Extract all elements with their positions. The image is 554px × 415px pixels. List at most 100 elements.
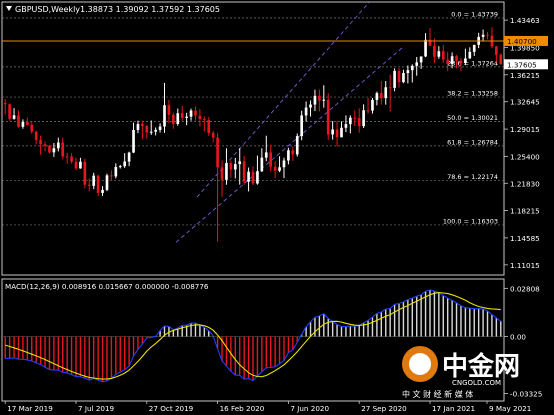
- candle-body: [12, 115, 16, 119]
- candle-body: [145, 126, 149, 133]
- candle-body: [472, 44, 476, 52]
- candle-body: [34, 131, 38, 140]
- cngold-watermark: 中金网 CNGOLD.COM 中 文 财 经 新 媒 体: [402, 346, 520, 399]
- macd-histogram-bar: [358, 325, 360, 337]
- macd-histogram-bar: [17, 336, 20, 360]
- candle-body: [326, 99, 330, 135]
- candle-body: [393, 70, 396, 88]
- candle-body: [251, 171, 255, 184]
- time-tick-label: 9 May 2021: [489, 404, 531, 413]
- candle-body: [486, 34, 489, 36]
- macd-histogram-bar: [464, 307, 467, 337]
- candle-body: [61, 142, 65, 157]
- candle-body: [415, 62, 419, 66]
- macd-histogram-bar: [53, 336, 55, 371]
- candle-body: [419, 56, 423, 63]
- candle-body: [123, 161, 127, 167]
- macd-histogram-bar: [97, 336, 99, 381]
- candle-body: [127, 152, 131, 162]
- candle-body: [163, 105, 166, 127]
- macd-histogram-bar: [380, 311, 383, 337]
- candle-body: [441, 51, 445, 60]
- candle-body: [375, 93, 379, 100]
- macd-histogram-bar: [420, 294, 422, 337]
- macd-histogram-bar: [234, 336, 237, 376]
- price-tick-label: 1.14585: [510, 234, 540, 243]
- candle-body: [132, 130, 135, 153]
- fib-level-label: 23.6 = 1.37264: [447, 59, 498, 67]
- macd-histogram-bar: [93, 336, 95, 379]
- candle-body: [185, 116, 188, 118]
- macd-histogram-bar: [75, 336, 77, 377]
- candle-body: [158, 126, 162, 130]
- candle-body: [172, 114, 175, 124]
- candle-body: [149, 131, 153, 133]
- candle-body: [406, 70, 410, 74]
- macd-histogram-bar: [292, 336, 294, 350]
- macd-histogram-bar: [393, 304, 396, 337]
- candle-body: [21, 122, 25, 127]
- candle-body: [220, 167, 224, 180]
- candle-body: [455, 56, 458, 61]
- macd-histogram-bar: [79, 336, 82, 377]
- candle-body: [499, 54, 503, 65]
- macd-histogram-bar: [203, 327, 206, 337]
- macd-histogram-bar: [500, 321, 502, 337]
- candle-body: [74, 161, 78, 169]
- macd-histogram-bar: [44, 336, 46, 368]
- time-tick-label: 17 Mar 2019: [7, 404, 53, 413]
- macd-histogram-bar: [106, 336, 108, 381]
- candle-body: [189, 110, 193, 117]
- time-tick-label: 27 Oct 2019: [149, 404, 194, 413]
- watermark-brand: 中金网: [442, 351, 520, 382]
- candle-body: [464, 58, 467, 64]
- macd-histogram-bar: [349, 325, 352, 337]
- macd-histogram-bar: [115, 336, 117, 375]
- candle-body: [278, 167, 281, 171]
- macd-histogram-bar: [128, 336, 130, 367]
- price-tick-label: 1.29015: [510, 125, 540, 134]
- macd-histogram-bar: [22, 336, 24, 360]
- candle-body: [238, 161, 242, 165]
- symbol-timeframe: GBPUSD,Weekly: [15, 5, 80, 14]
- candle-body: [300, 115, 303, 137]
- macd-histogram-bar: [385, 309, 387, 337]
- macd-histogram-bar: [318, 315, 321, 337]
- price-tick-label: 1.18215: [510, 207, 540, 216]
- macd-histogram-bar: [469, 308, 471, 337]
- time-tick-label: 27 Sep 2020: [361, 404, 407, 413]
- fib-level-label: 50.0 = 1.30021: [447, 114, 498, 122]
- candle-body: [495, 46, 498, 55]
- candle-body: [101, 189, 104, 193]
- macd-histogram-bar: [123, 336, 126, 370]
- candle-body: [216, 137, 219, 168]
- candle-body: [366, 110, 370, 112]
- time-tick-label: 16 Feb 2020: [220, 404, 265, 413]
- macd-histogram-bar: [132, 336, 135, 357]
- candle-body: [8, 104, 11, 119]
- macd-histogram-bar: [66, 336, 68, 373]
- candle-body: [295, 136, 299, 155]
- candle-body: [96, 175, 100, 193]
- candle-body: [318, 95, 321, 101]
- candle-body: [83, 161, 87, 185]
- candle-body: [180, 113, 184, 118]
- macd-histogram-bar: [88, 336, 90, 381]
- candle-body: [26, 122, 29, 125]
- macd-histogram-bar: [35, 336, 37, 363]
- fib-level-label: 78.6 = 1.22174: [447, 173, 498, 181]
- candle-body: [437, 51, 441, 57]
- fib-level-label: 0.0 = 1.43739: [451, 11, 498, 19]
- candle-body: [304, 107, 308, 116]
- candle-body: [203, 119, 206, 121]
- candle-body: [167, 105, 171, 115]
- candle-body: [194, 110, 197, 116]
- candle-body: [105, 175, 109, 190]
- candle-body: [433, 45, 436, 57]
- candle-body: [211, 132, 215, 138]
- candle-body: [282, 160, 286, 168]
- macd-histogram-bar: [265, 336, 267, 368]
- candle-body: [459, 60, 463, 64]
- candle-body: [446, 59, 450, 64]
- candle-body: [291, 150, 295, 155]
